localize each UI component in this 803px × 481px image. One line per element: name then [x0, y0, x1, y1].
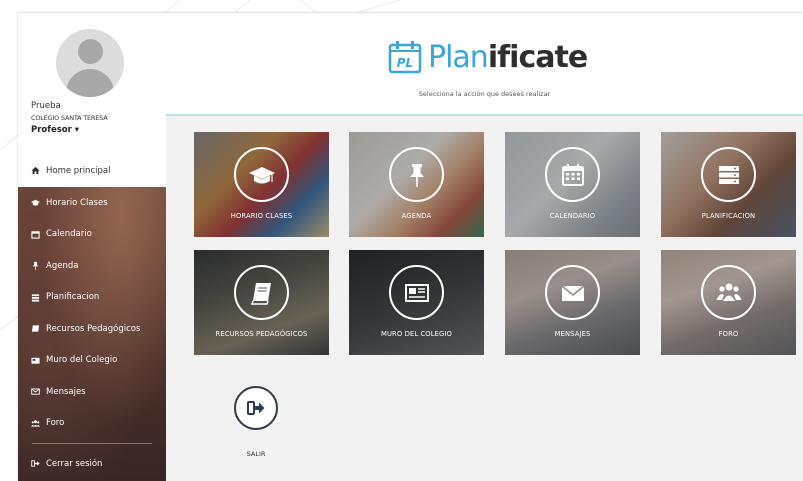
sign-out-icon [247, 401, 265, 415]
sidebar-item-label: Horario Clases [46, 197, 108, 208]
graduation-cap-icon [234, 147, 289, 202]
tile-calendario[interactable]: CALENDARIO [505, 132, 640, 237]
calendar-icon [545, 147, 600, 202]
sidebar-item-label: Agenda [46, 260, 79, 271]
app-logo: PL Planificate [388, 37, 588, 77]
user-profile: Prueba COLEGIO SANTA TERESA Profesor ▾ [18, 13, 166, 154]
role-dropdown[interactable]: Profesor ▾ [31, 125, 79, 135]
book-icon [234, 265, 289, 320]
sidebar-item-calendario[interactable]: Calendario [18, 219, 166, 251]
app-window: Prueba COLEGIO SANTA TERESA Profesor ▾ H… [18, 12, 803, 481]
book-icon [31, 324, 40, 333]
sign-out-icon [31, 459, 40, 468]
logo-text-part1: Plan [428, 39, 489, 75]
tile-label: RECURSOS PEDAGÓGICOS [215, 330, 308, 338]
logout-button[interactable]: Cerrar sesión [18, 448, 166, 480]
sidebar-divider [32, 443, 152, 444]
sidebar-item-recursos[interactable]: Recursos Pedagógicos [18, 313, 166, 345]
users-icon [31, 419, 40, 428]
user-name: Prueba [31, 101, 61, 111]
server-list-icon [701, 147, 756, 202]
tile-label: FORO [718, 330, 739, 338]
salir-label: SALIR [246, 450, 266, 458]
envelope-icon [545, 265, 600, 320]
newspaper-icon [389, 265, 444, 320]
pushpin-icon [389, 147, 444, 202]
sidebar-item-label: Calendario [46, 229, 92, 240]
avatar [56, 29, 124, 97]
logo-badge-text: PL [397, 56, 413, 70]
tile-label: MURO DEL COLEGIO [381, 330, 452, 338]
tile-label: MENSAJES [554, 330, 591, 338]
list-icon [31, 293, 40, 302]
sidebar-item-label: Mensajes [46, 386, 86, 397]
tile-agenda[interactable]: AGENDA [349, 132, 484, 237]
users-icon [701, 265, 756, 320]
tile-recursos-pedagogicos[interactable]: RECURSOS PEDAGÓGICOS [194, 250, 329, 355]
tile-mensajes[interactable]: MENSAJES [505, 250, 640, 355]
tile-horario-clases[interactable]: HORARIO CLASES [194, 132, 329, 237]
sidebar-item-label: Home principal [46, 165, 111, 176]
header: PL Planificate Selecciona la acción que … [166, 13, 803, 116]
tile-label: PLANIFICACION [701, 212, 756, 220]
sidebar-item-planificacion[interactable]: Planificacion [18, 282, 166, 314]
sidebar-item-label: Muro del Colegio [46, 355, 118, 366]
sidebar-item-mensajes[interactable]: Mensajes [18, 376, 166, 408]
page-subtitle: Selecciona la acción que desees realizar [418, 90, 551, 98]
logout-label: Cerrar sesión [46, 458, 103, 469]
tile-foro[interactable]: FORO [661, 250, 796, 355]
envelope-icon [31, 387, 40, 396]
calendar-logo-icon: PL [388, 40, 422, 74]
sidebar-item-agenda[interactable]: Agenda [18, 250, 166, 282]
graduation-cap-icon [31, 198, 40, 207]
tile-label: CALENDARIO [549, 212, 596, 220]
salir-button[interactable] [234, 386, 278, 430]
sidebar-item-home[interactable]: Home principal [18, 154, 166, 187]
school-name: COLEGIO SANTA TERESA [31, 114, 108, 122]
tile-label: HORARIO CLASES [230, 212, 293, 220]
sidebar-item-label: Recursos Pedagógicos [46, 323, 141, 334]
sidebar-item-muro[interactable]: Muro del Colegio [18, 345, 166, 377]
home-icon [31, 166, 40, 175]
newspaper-icon [31, 356, 40, 365]
sidebar-nav: Home principal Horario Clases Calendario… [18, 154, 166, 481]
sidebar-item-horario[interactable]: Horario Clases [18, 187, 166, 219]
sidebar-item-label: Foro [46, 418, 65, 429]
tile-label: AGENDA [401, 212, 432, 220]
sidebar: Prueba COLEGIO SANTA TERESA Profesor ▾ H… [18, 13, 166, 481]
tile-planificacion[interactable]: PLANIFICACION [661, 132, 796, 237]
logo-text-part2: ificate [487, 39, 588, 75]
sidebar-item-foro[interactable]: Foro [18, 408, 166, 440]
tile-muro-del-colegio[interactable]: MURO DEL COLEGIO [349, 250, 484, 355]
sidebar-item-label: Planificacion [46, 292, 100, 303]
pushpin-icon [31, 261, 40, 271]
calendar-icon [31, 230, 40, 239]
